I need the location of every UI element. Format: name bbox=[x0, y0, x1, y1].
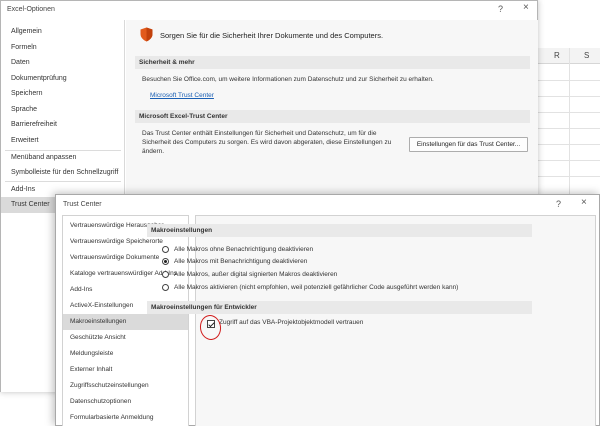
security-description: Besuchen Sie Office.com, um weitere Info… bbox=[142, 76, 434, 83]
radio-label: Alle Makros mit Benachrichtigung deaktiv… bbox=[174, 258, 308, 265]
column-r-header[interactable]: R bbox=[554, 51, 560, 60]
sidebar-item-zugriffsschutz[interactable]: Zugriffsschutzeinstellungen bbox=[63, 378, 188, 394]
sidebar-item-dokumente[interactable]: Vertrauenswürdige Dokumente bbox=[63, 250, 188, 266]
page-headline: Sorgen Sie für die Sicherheit Ihrer Doku… bbox=[160, 31, 384, 40]
trust-center-description-line3: ändern. bbox=[142, 148, 165, 155]
excel-column-header: R S bbox=[536, 48, 600, 64]
grid-line bbox=[536, 144, 600, 145]
trust-center-description-line2: Sicherheit des Computers zu sorgen. Es w… bbox=[142, 139, 392, 146]
radio-button[interactable] bbox=[162, 284, 169, 291]
section-header-developer-macros: Makroeinstellungen für Entwickler bbox=[147, 301, 532, 314]
shield-icon bbox=[140, 27, 153, 42]
radio-button[interactable] bbox=[162, 271, 169, 278]
sidebar-item-dokumentpruefung[interactable]: Dokumentprüfung bbox=[1, 71, 123, 87]
help-button[interactable]: ? bbox=[556, 199, 561, 209]
sidebar-item-sprache[interactable]: Sprache bbox=[1, 102, 123, 118]
trust-center-settings-button[interactable]: Einstellungen für das Trust Center... bbox=[409, 137, 528, 152]
sidebar-item-menueband[interactable]: Menüband anpassen bbox=[1, 150, 123, 166]
microsoft-trust-center-link[interactable]: Microsoft Trust Center bbox=[150, 92, 214, 99]
section-header-makroeinstellungen: Makroeinstellungen bbox=[147, 224, 532, 237]
dialog-titlebar: Excel-Optionen ? × bbox=[1, 1, 537, 19]
grid-line bbox=[536, 176, 600, 177]
dialog-titlebar: Trust Center ? × bbox=[56, 195, 599, 213]
grid-line bbox=[536, 80, 600, 81]
dialog-title: Trust Center bbox=[63, 201, 102, 208]
help-button[interactable]: ? bbox=[498, 4, 503, 14]
sidebar-item-externer-inhalt[interactable]: Externer Inhalt bbox=[63, 362, 188, 378]
column-s-header[interactable]: S bbox=[584, 51, 589, 60]
dialog-title: Excel-Optionen bbox=[7, 6, 55, 13]
sidebar-item-geschuetzte-ansicht[interactable]: Geschützte Ansicht bbox=[63, 330, 188, 346]
trust-center-sidebar: Vertrauenswürdige Herausgeber Vertrauens… bbox=[62, 215, 189, 426]
sidebar-item-speichern[interactable]: Speichern bbox=[1, 86, 123, 102]
sidebar-item-formeln[interactable]: Formeln bbox=[1, 40, 123, 56]
sidebar-item-allgemein[interactable]: Allgemein bbox=[1, 24, 123, 40]
sidebar-item-formularbasiert[interactable]: Formularbasierte Anmeldung bbox=[63, 410, 188, 426]
grid-line bbox=[536, 128, 600, 129]
sidebar-item-meldungsleiste[interactable]: Meldungsleiste bbox=[63, 346, 188, 362]
sidebar-item-schnellzugriff[interactable]: Symbolleiste für den Schnellzugriff bbox=[1, 165, 123, 181]
grid-line bbox=[536, 96, 600, 97]
sidebar-item-barrierefreiheit[interactable]: Barrierefreiheit bbox=[1, 117, 123, 133]
close-button[interactable]: × bbox=[581, 197, 587, 208]
sidebar-item-makroeinstellungen[interactable]: Makroeinstellungen bbox=[63, 314, 188, 330]
grid-line bbox=[536, 160, 600, 161]
sidebar-item-erweitert[interactable]: Erweitert bbox=[1, 133, 123, 149]
grid-line bbox=[536, 112, 600, 113]
trust-center-description-line1: Das Trust Center enthält Einstellungen f… bbox=[142, 130, 377, 137]
radio-label: Alle Makros, außer digital signierten Ma… bbox=[174, 271, 338, 278]
sidebar-item-datenschutz[interactable]: Datenschutzoptionen bbox=[63, 394, 188, 410]
radio-label: Alle Makros aktivieren (nicht empfohlen,… bbox=[174, 284, 459, 291]
sidebar-item-kataloge[interactable]: Kataloge vertrauenswürdiger Add-Ins bbox=[63, 266, 188, 282]
close-button[interactable]: × bbox=[523, 2, 529, 13]
section-header-excel-trust-center: Microsoft Excel-Trust Center bbox=[135, 110, 530, 123]
section-header-security: Sicherheit & mehr bbox=[135, 56, 530, 69]
radio-button-selected[interactable] bbox=[162, 258, 169, 265]
vba-access-label[interactable]: Zugriff auf das VBA-Projektobjektmodell … bbox=[219, 319, 363, 326]
radio-label: Alle Makros ohne Benachrichtigung deakti… bbox=[174, 246, 314, 253]
radio-button[interactable] bbox=[162, 246, 169, 253]
sidebar-item-daten[interactable]: Daten bbox=[1, 55, 123, 71]
sidebar-item-addins[interactable]: Add-Ins bbox=[63, 282, 188, 298]
